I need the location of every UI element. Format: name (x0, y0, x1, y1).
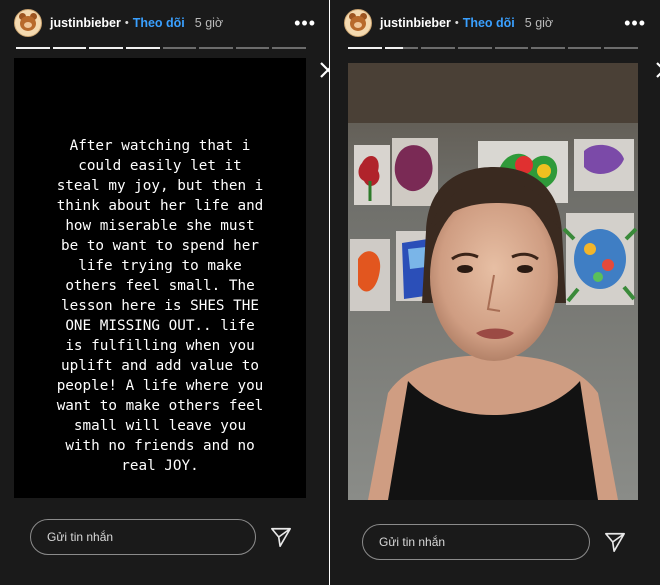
progress-segment (89, 47, 123, 49)
progress-segment (162, 47, 197, 49)
progress-segment (494, 47, 529, 49)
progress-segment (421, 47, 455, 49)
username-link[interactable]: justinbieber (380, 16, 451, 30)
progress-segment (567, 47, 602, 49)
wall-drawing (354, 145, 390, 205)
avatar[interactable] (14, 9, 42, 37)
story-panel-right: justinbieber • Theo dõi 5 giờ ••• (330, 0, 660, 585)
progress-fill (89, 47, 123, 49)
wall-drawing (350, 239, 390, 311)
wall-drawing (562, 213, 638, 305)
send-icon[interactable] (604, 531, 626, 553)
progress-segment (272, 47, 306, 49)
progress-segment (199, 47, 233, 49)
story-content: After watching that i could easily let i… (14, 58, 306, 498)
follow-button[interactable]: Theo dõi (463, 16, 515, 30)
progress-segment (384, 47, 419, 49)
send-icon[interactable] (270, 526, 292, 548)
progress-segment (125, 47, 160, 49)
story-panel-left: justinbieber • Theo dõi 5 giờ ••• After … (0, 0, 330, 585)
video-frame-image (348, 63, 638, 500)
progress-segment (457, 47, 492, 49)
progress-segment (604, 47, 638, 49)
more-icon[interactable]: ••• (294, 14, 316, 32)
progress-segment (531, 47, 565, 49)
progress-fill (52, 47, 87, 49)
post-time: 5 giờ (524, 16, 554, 30)
reply-bar (30, 519, 292, 555)
progress-fill (16, 47, 50, 49)
post-time: 5 giờ (194, 16, 224, 30)
story-progress-bar (16, 47, 306, 49)
message-input[interactable] (362, 524, 590, 560)
avatar[interactable] (344, 9, 372, 37)
reply-bar (362, 524, 626, 560)
avatar-bear-face (24, 22, 32, 28)
separator-dot: • (124, 17, 129, 29)
wall-drawing (392, 138, 438, 206)
message-input[interactable] (30, 519, 256, 555)
more-icon[interactable]: ••• (624, 14, 646, 32)
wall-drawing (574, 139, 634, 191)
progress-segment (235, 47, 270, 49)
separator-dot: • (454, 17, 459, 29)
username-link[interactable]: justinbieber (50, 16, 121, 30)
avatar-bear-face (354, 22, 362, 28)
follow-button[interactable]: Theo dõi (133, 16, 185, 30)
progress-fill (348, 47, 382, 49)
progress-fill (384, 47, 404, 49)
story-text: After watching that i could easily let i… (56, 138, 264, 474)
story-header: justinbieber • Theo dõi 5 giờ ••• (14, 8, 322, 38)
story-video[interactable] (348, 63, 638, 500)
progress-fill (125, 47, 160, 49)
progress-segment (52, 47, 87, 49)
story-progress-bar (348, 47, 638, 49)
progress-segment (348, 47, 382, 49)
story-header: justinbieber • Theo dõi 5 giờ ••• (344, 8, 652, 38)
progress-segment (16, 47, 50, 49)
close-icon[interactable] (654, 60, 660, 80)
